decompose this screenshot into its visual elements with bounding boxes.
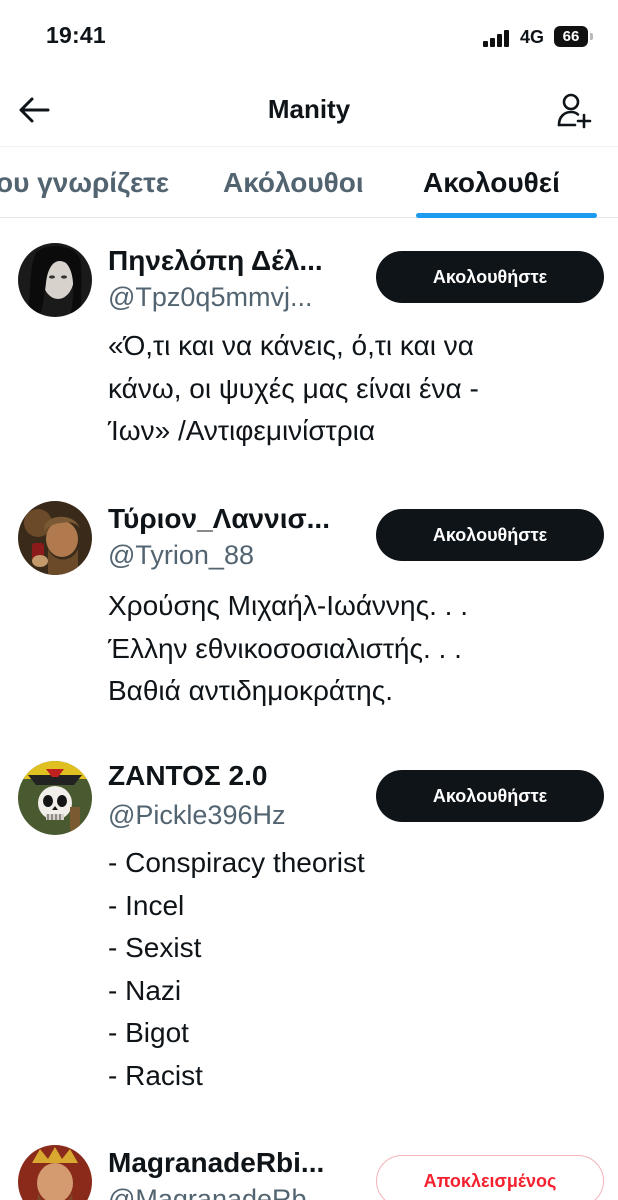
user-handle[interactable]: @Tyrion_88 [108, 540, 254, 571]
network-type: 4G [520, 27, 545, 47]
active-tab-indicator [416, 213, 597, 218]
bio-line: «Ό,τι και να κάνεις, ό,τι και να [108, 330, 474, 361]
blocked-button[interactable]: Αποκλεισμένος [376, 1155, 604, 1200]
bio-line: - Bigot [108, 1017, 189, 1048]
page-title: Manity [267, 94, 351, 124]
user-handle[interactable]: @Tpz0q5mmvj... [108, 282, 312, 313]
bio-line: Χρούσης Μιχαήλ-Ιωάννης. . . [108, 590, 468, 621]
avatar[interactable] [18, 761, 92, 835]
tab-following[interactable]: Ακολουθεί [423, 167, 560, 199]
follow-button[interactable]: Ακολουθήστε [376, 509, 604, 561]
avatar[interactable] [18, 1145, 92, 1200]
user-handle[interactable]: @MagranadeRb... [108, 1184, 329, 1200]
header: Manity [0, 72, 618, 146]
user-display-name[interactable]: Τύριον_Λαννισ... [108, 503, 330, 535]
follow-button[interactable]: Ακολουθήστε [376, 251, 604, 303]
avatar[interactable] [18, 501, 92, 575]
bio-line: - Nazi [108, 974, 182, 1006]
bio-line: - Incel [108, 889, 185, 921]
user-display-name[interactable]: MagranadeRbi... [108, 1147, 324, 1179]
avatar[interactable] [18, 243, 92, 317]
bio-line: - Sexist [108, 932, 202, 963]
user-bio: «Ό,τι και να κάνεις, ό,τι και να κάνω, ο… [108, 325, 553, 453]
tab-followers[interactable]: Ακόλουθοι [223, 167, 364, 199]
bio-line: Έλλην εθνικοσοσιαλιστής. . . [108, 632, 462, 664]
battery-level: 66 [554, 26, 588, 47]
bio-line: Βαθιά αντιδημοκράτης. [108, 675, 393, 706]
user-bio: - Conspiracy theorist - Incel - Sexist -… [108, 842, 553, 1097]
user-display-name[interactable]: ΖΑΝΤΟΣ 2.0 [108, 760, 267, 792]
tab-who-you-know[interactable]: ου γνωρίζετε [0, 167, 169, 199]
add-user-button[interactable] [552, 88, 596, 132]
add-user-icon [557, 93, 592, 129]
status-bar: 19:41 4G 66 [0, 0, 618, 72]
follow-button[interactable]: Ακολουθήστε [376, 770, 604, 822]
battery-icon: 66 [554, 26, 594, 47]
bio-line: - Conspiracy theorist [108, 847, 365, 878]
user-handle[interactable]: @Pickle396Hz [108, 800, 285, 831]
bio-line: κάνω, οι ψυχές μας είναι ένα - [108, 372, 479, 404]
bio-line: Ίων» /Αντιφεμινίστρια [108, 415, 376, 446]
status-time: 19:41 [46, 22, 106, 48]
bio-line: - Racist [108, 1059, 203, 1091]
tab-bar: ου γνωρίζετε Ακόλουθοι Ακολουθεί [0, 146, 618, 218]
signal-icon [483, 30, 513, 47]
user-bio: Χρούσης Μιχαήλ-Ιωάννης. . . Έλλην εθνικο… [108, 585, 553, 713]
user-display-name[interactable]: Πηνελόπη Δέλ... [108, 245, 323, 277]
